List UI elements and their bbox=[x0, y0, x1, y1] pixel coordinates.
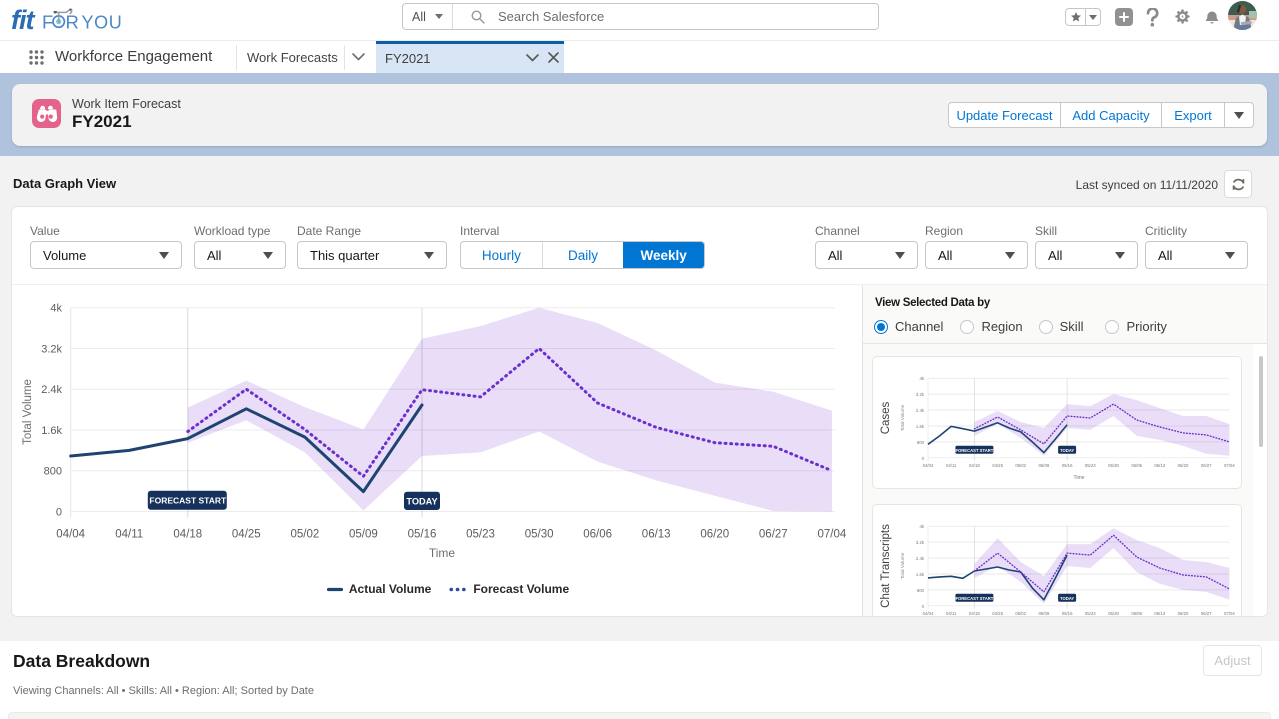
svg-text:05/23: 05/23 bbox=[466, 529, 495, 541]
svg-text:Total Volume: Total Volume bbox=[22, 379, 34, 445]
svg-text:07/04: 07/04 bbox=[818, 529, 847, 541]
svg-text:05/02: 05/02 bbox=[1015, 611, 1026, 616]
svg-text:06/27: 06/27 bbox=[759, 529, 788, 541]
svg-text:04/25: 04/25 bbox=[232, 529, 261, 541]
svg-text:1.6k: 1.6k bbox=[916, 424, 925, 429]
svg-text:05/23: 05/23 bbox=[1085, 611, 1096, 616]
svg-text:06/27: 06/27 bbox=[1201, 611, 1212, 616]
svg-text:06/06: 06/06 bbox=[1131, 611, 1142, 616]
svg-text:07/04: 07/04 bbox=[1224, 463, 1235, 468]
svg-text:05/02: 05/02 bbox=[291, 529, 320, 541]
svg-text:06/20: 06/20 bbox=[1178, 611, 1189, 616]
svg-text:3.2k: 3.2k bbox=[916, 392, 925, 397]
svg-text:06/13: 06/13 bbox=[1154, 463, 1165, 468]
svg-text:04/18: 04/18 bbox=[969, 611, 980, 616]
svg-text:0: 0 bbox=[922, 456, 925, 461]
svg-text:Time: Time bbox=[1074, 475, 1085, 481]
svg-text:05/16: 05/16 bbox=[408, 529, 437, 541]
svg-text:06/06: 06/06 bbox=[1131, 463, 1142, 468]
svg-text:800: 800 bbox=[44, 466, 62, 478]
svg-text:YOU: YOU bbox=[82, 13, 123, 33]
svg-text:Cases: Cases bbox=[880, 401, 892, 434]
svg-text:04/11: 04/11 bbox=[946, 611, 957, 616]
svg-text:05/02: 05/02 bbox=[1015, 463, 1026, 468]
svg-text:05/16: 05/16 bbox=[1062, 463, 1073, 468]
svg-text:04/04: 04/04 bbox=[923, 463, 934, 468]
svg-text:2.4k: 2.4k bbox=[916, 408, 925, 413]
svg-text:04/04: 04/04 bbox=[923, 611, 934, 616]
svg-text:0: 0 bbox=[56, 507, 62, 519]
svg-text:2.4k: 2.4k bbox=[41, 384, 62, 396]
svg-text:TODAY: TODAY bbox=[1060, 448, 1074, 453]
svg-text:06/20: 06/20 bbox=[700, 529, 729, 541]
svg-text:06/27: 06/27 bbox=[1201, 463, 1212, 468]
svg-text:07/04: 07/04 bbox=[1224, 611, 1235, 616]
svg-text:FORECAST START: FORECAST START bbox=[955, 596, 993, 601]
svg-text:06/20: 06/20 bbox=[1178, 463, 1189, 468]
svg-text:Total Volume: Total Volume bbox=[900, 404, 905, 431]
svg-text:05/30: 05/30 bbox=[1108, 611, 1119, 616]
svg-text:1.6k: 1.6k bbox=[41, 425, 62, 437]
svg-text:Chat Transcripts: Chat Transcripts bbox=[880, 524, 892, 608]
svg-text:05/09: 05/09 bbox=[349, 529, 378, 541]
svg-text:4k: 4k bbox=[919, 376, 924, 381]
svg-text:06/13: 06/13 bbox=[642, 529, 671, 541]
svg-text:04/11: 04/11 bbox=[946, 463, 957, 468]
svg-text:3.2k: 3.2k bbox=[916, 540, 925, 545]
svg-text:TODAY: TODAY bbox=[1060, 596, 1074, 601]
svg-text:05/09: 05/09 bbox=[1039, 463, 1050, 468]
svg-text:3.2k: 3.2k bbox=[41, 344, 62, 356]
svg-text:800: 800 bbox=[917, 440, 925, 445]
svg-text:05/30: 05/30 bbox=[1108, 463, 1119, 468]
svg-text:04/25: 04/25 bbox=[992, 463, 1003, 468]
svg-text:04/18: 04/18 bbox=[969, 463, 980, 468]
svg-text:06/13: 06/13 bbox=[1154, 611, 1165, 616]
svg-text:04/11: 04/11 bbox=[115, 529, 143, 541]
svg-text:05/16: 05/16 bbox=[1062, 611, 1073, 616]
svg-text:Total Volume: Total Volume bbox=[900, 552, 905, 579]
svg-text:0: 0 bbox=[922, 604, 925, 609]
svg-text:04/25: 04/25 bbox=[992, 611, 1003, 616]
svg-text:Time: Time bbox=[429, 546, 456, 560]
svg-text:FORECAST START: FORECAST START bbox=[955, 448, 993, 453]
svg-text:4k: 4k bbox=[919, 524, 924, 529]
svg-text:06/06: 06/06 bbox=[583, 529, 612, 541]
svg-text:TODAY: TODAY bbox=[406, 497, 437, 507]
svg-text:04/04: 04/04 bbox=[56, 529, 85, 541]
svg-text:04/18: 04/18 bbox=[173, 529, 202, 541]
svg-text:05/23: 05/23 bbox=[1085, 463, 1096, 468]
svg-text:2.4k: 2.4k bbox=[916, 556, 925, 561]
svg-text:4k: 4k bbox=[50, 303, 62, 315]
svg-text:R: R bbox=[66, 12, 80, 33]
svg-text:1.6k: 1.6k bbox=[916, 572, 925, 577]
svg-text:FORECAST START: FORECAST START bbox=[149, 496, 227, 506]
svg-text:05/09: 05/09 bbox=[1039, 611, 1050, 616]
svg-text:800: 800 bbox=[917, 588, 925, 593]
svg-text:fit: fit bbox=[11, 5, 35, 35]
svg-text:05/30: 05/30 bbox=[525, 529, 554, 541]
